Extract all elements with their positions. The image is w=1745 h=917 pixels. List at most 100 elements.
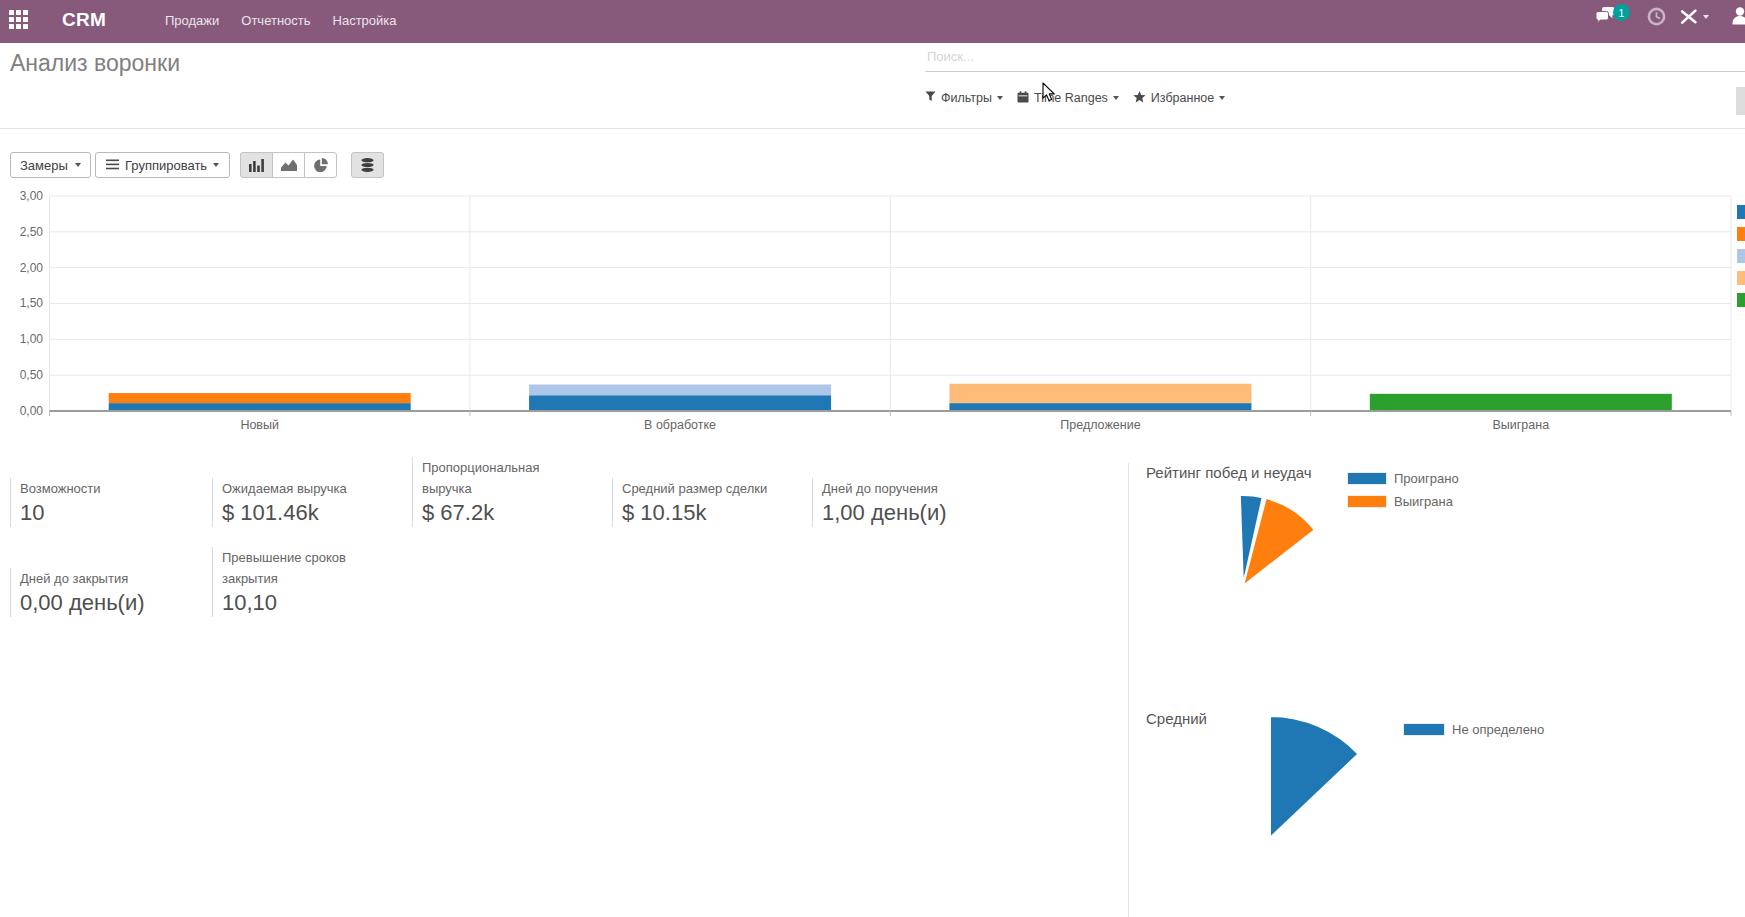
kpi-value: $ 67.2k <box>422 499 582 527</box>
kpi-value: 10 <box>20 499 180 527</box>
user-avatar-icon[interactable] <box>1732 6 1745 32</box>
filter-button[interactable]: Time Ranges <box>1017 91 1119 106</box>
page-title: Анализ воронки <box>10 50 180 77</box>
kpi-value: $ 10.15k <box>622 499 782 527</box>
pie1-legend: Проиграно Выиграна <box>1347 472 1459 508</box>
kpi-label: Средний размер сделки <box>622 478 782 499</box>
legend-color-chip <box>1347 472 1387 485</box>
legend-item[interactable]: Выиграна <box>1347 495 1459 508</box>
kpi-label: Дней до поручения <box>822 478 982 499</box>
legend-color-chip <box>1403 723 1445 736</box>
legend-chip[interactable] <box>1737 227 1745 241</box>
legend-chip[interactable] <box>1737 249 1745 263</box>
kpi-tile: Превышение сроков закрытия10,10 <box>212 547 382 617</box>
kpi-tile: Ожидаемая выручка$ 101.46k <box>212 478 382 527</box>
bar-segment[interactable] <box>949 384 1251 403</box>
bar-chart-button[interactable] <box>240 152 273 178</box>
topbar-menus: Продажи Отчетность Настройка <box>165 13 397 28</box>
filter-bar: Фильтры Time Ranges Избранное <box>925 88 1225 108</box>
tools-icon[interactable] <box>1679 8 1699 29</box>
bar-segment[interactable] <box>109 393 411 403</box>
calendar-icon <box>1017 91 1029 106</box>
svg-text:3,00: 3,00 <box>20 189 44 203</box>
filter-button[interactable]: Фильтры <box>925 91 1003 105</box>
topbar-menu-item[interactable]: Продажи <box>165 13 219 28</box>
x-axis-label: Новый <box>240 418 279 432</box>
apps-grid-icon[interactable] <box>9 10 28 29</box>
x-axis-label: Выиграна <box>1493 418 1550 432</box>
pie2-legend: Не определено <box>1403 723 1544 736</box>
search-input[interactable]: Поиск... <box>927 49 974 64</box>
kpi-value: 1,00 день(и) <box>822 499 982 527</box>
topbar-menu-item[interactable]: Отчетность <box>241 13 310 28</box>
kpi-label: Ожидаемая выручка <box>222 478 382 499</box>
bar-segment[interactable] <box>109 403 411 411</box>
chevron-down-icon <box>75 163 81 167</box>
area-chart-button[interactable] <box>272 152 305 178</box>
kpi-tile: Дней до закрытия0,00 день(и) <box>10 568 180 617</box>
legend-item[interactable]: Не определено <box>1403 723 1544 736</box>
filter-button[interactable]: Избранное <box>1133 91 1225 106</box>
svg-text:2,50: 2,50 <box>20 225 44 239</box>
kpi-label: Превышение сроков закрытия <box>222 547 382 589</box>
search-input-underline <box>925 71 1745 72</box>
chevron-down-icon <box>1219 96 1225 100</box>
funnel-bar-chart[interactable]: 0,00 0,50 1,00 1,50 2,00 2,50 3,00 Новый В обраб… <box>0 186 1745 438</box>
groupby-button[interactable]: Группировать <box>95 152 230 178</box>
pie-charts[interactable] <box>1128 455 1745 917</box>
topbar-menu-item[interactable]: Настройка <box>333 13 397 28</box>
filter-label: Избранное <box>1151 91 1214 105</box>
chevron-down-icon <box>1113 96 1119 100</box>
measures-button[interactable]: Замеры <box>10 152 91 178</box>
control-panel-border <box>0 128 1745 129</box>
bar-segment[interactable] <box>949 403 1251 411</box>
x-axis-label: Предложение <box>1060 418 1140 432</box>
bars-icon <box>106 158 119 173</box>
filter-label: Фильтры <box>941 91 992 105</box>
scrollbar-thumb[interactable] <box>1736 87 1745 115</box>
chevron-down-icon <box>997 96 1003 100</box>
kpi-tile: Возможности10 <box>10 478 180 527</box>
kpi-value: $ 101.46k <box>222 499 382 527</box>
svg-text:0,50: 0,50 <box>20 368 44 382</box>
legend-label: Проиграно <box>1394 471 1459 486</box>
top-navbar: CRM Продажи Отчетность Настройка 1 <box>0 0 1745 43</box>
chart-type-switcher <box>240 152 337 178</box>
svg-text:1,50: 1,50 <box>20 296 44 310</box>
measures-label: Замеры <box>20 158 68 173</box>
bar-segment[interactable] <box>529 395 831 411</box>
legend-label: Выиграна <box>1394 494 1453 509</box>
chevron-down-icon <box>213 163 219 167</box>
kpi-tile: Дней до поручения1,00 день(и) <box>812 478 982 527</box>
kpi-value: 0,00 день(и) <box>20 589 180 617</box>
groupby-label: Группировать <box>125 158 207 173</box>
pie-chart-button[interactable] <box>304 152 337 178</box>
svg-text:0,00: 0,00 <box>20 404 44 418</box>
bar-segment[interactable] <box>529 384 831 395</box>
kpi-value: 10,10 <box>222 589 382 617</box>
kpi-label: Дней до закрытия <box>20 568 180 589</box>
legend-chip[interactable] <box>1737 293 1745 307</box>
crm-funnel-analysis-screen: CRM Продажи Отчетность Настройка 1 Анализ … <box>0 0 1745 917</box>
legend-item[interactable]: Проиграно <box>1347 472 1459 485</box>
star-icon <box>1133 91 1146 106</box>
message-count-badge[interactable]: 1 <box>1613 4 1630 21</box>
kpi-label: Возможности <box>20 478 180 499</box>
bar-segment[interactable] <box>1370 394 1672 411</box>
kpi-label: Пропорциональная выручка <box>422 457 582 499</box>
mouse-cursor <box>1042 82 1057 103</box>
app-title[interactable]: CRM <box>62 9 106 31</box>
svg-text:1,00: 1,00 <box>20 332 44 346</box>
kpi-tile: Пропорциональная выручка$ 67.2k <box>412 457 582 527</box>
legend-chip[interactable] <box>1737 271 1745 285</box>
legend-color-chip <box>1347 495 1387 508</box>
svg-text:2,00: 2,00 <box>20 261 44 275</box>
pie-slice[interactable] <box>1270 716 1358 838</box>
filter-funnel-icon <box>925 91 936 105</box>
legend-chip[interactable] <box>1737 205 1745 219</box>
activities-clock-icon[interactable] <box>1647 7 1666 30</box>
x-axis-label: В обработке <box>644 418 716 432</box>
tools-dropdown-caret-icon[interactable] <box>1703 15 1709 19</box>
kpi-tile: Средний размер сделки$ 10.15k <box>612 478 782 527</box>
stacked-toggle-button[interactable] <box>351 152 384 178</box>
